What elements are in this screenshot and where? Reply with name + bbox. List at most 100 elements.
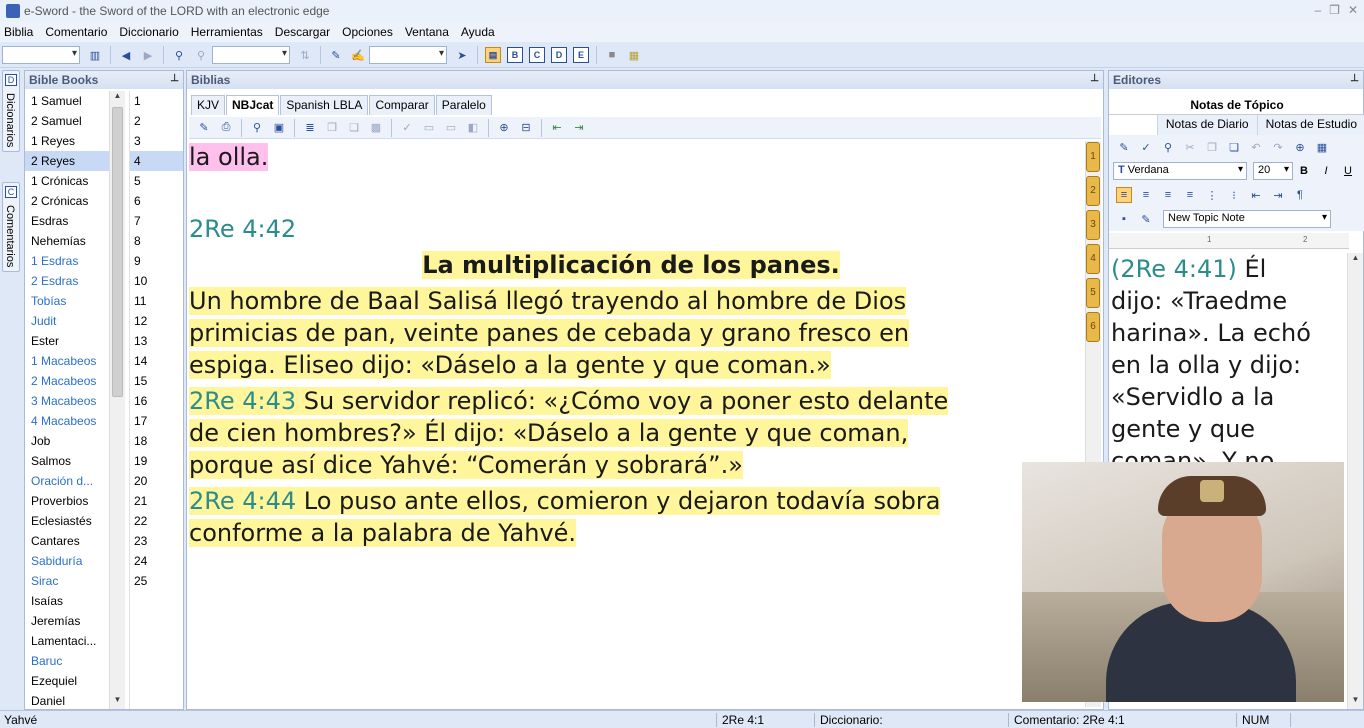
bookmark-tab[interactable]: 3 xyxy=(1086,210,1100,240)
paste-icon[interactable]: ❏ xyxy=(346,120,362,136)
highlight-icon[interactable]: ✓ xyxy=(399,120,415,136)
search-binoculars-icon[interactable]: ⚲ xyxy=(171,47,187,63)
chapter-item[interactable]: 7 xyxy=(130,211,183,231)
scroll-thumb[interactable] xyxy=(112,107,123,397)
chapter-item[interactable]: 14 xyxy=(130,351,183,371)
menu-ayuda[interactable]: Ayuda xyxy=(461,25,495,39)
layout-d-button[interactable]: D xyxy=(551,47,567,63)
paste-icon[interactable]: ❏ xyxy=(1226,139,1242,155)
tab-bible-kjv[interactable]: KJV xyxy=(191,95,226,115)
edit-icon[interactable]: ✎ xyxy=(196,120,212,136)
menu-comentario[interactable]: Comentario xyxy=(45,25,107,39)
verse-reference[interactable]: 2Re 4:42 xyxy=(189,213,1073,245)
layout-a-button[interactable]: ▤ xyxy=(485,47,501,63)
chapter-item[interactable]: 8 xyxy=(130,231,183,251)
chapter-item[interactable]: 12 xyxy=(130,311,183,331)
next-chapter-icon[interactable]: ⇥ xyxy=(571,120,587,136)
lookup-icon[interactable]: ⇅ xyxy=(297,47,313,63)
justify-icon[interactable]: ≡ xyxy=(1182,187,1198,203)
dictionary-icon[interactable]: ✎ xyxy=(328,47,344,63)
font-size-select[interactable]: 20 xyxy=(1253,162,1293,180)
toggle-icon[interactable]: ◧ xyxy=(465,120,481,136)
edit-icon[interactable]: ✎ xyxy=(1116,139,1132,155)
layout-c-button[interactable]: C xyxy=(529,47,545,63)
copy-icon[interactable]: ❐ xyxy=(1204,139,1220,155)
verse-reference[interactable]: 2Re 4:43 xyxy=(189,387,296,415)
bookmark-tab[interactable]: 6 xyxy=(1086,312,1100,342)
topic-edit-icon[interactable]: ✎ xyxy=(1138,211,1154,227)
scroll-up-icon[interactable]: ▲ xyxy=(110,91,125,105)
maximize-button[interactable]: ❐ xyxy=(1329,3,1340,17)
layout-b-button[interactable]: B xyxy=(507,47,523,63)
zoom-icon[interactable]: ⊕ xyxy=(496,120,512,136)
italic-icon[interactable]: I xyxy=(1318,163,1334,179)
chapter-item[interactable]: 18 xyxy=(130,431,183,451)
reference-combo[interactable] xyxy=(369,46,447,64)
topic-notes-title[interactable]: Notas de Tópico xyxy=(1109,95,1364,115)
split-icon[interactable]: ⊟ xyxy=(518,120,534,136)
chapter-item[interactable]: 19 xyxy=(130,451,183,471)
editor-scrollbar[interactable]: ▲ ▼ xyxy=(1347,253,1363,709)
eraser-icon[interactable]: ▭ xyxy=(421,120,437,136)
menu-diccionario[interactable]: Diccionario xyxy=(119,25,178,39)
find-icon[interactable]: ⚲ xyxy=(1160,139,1176,155)
verse-reference[interactable]: 2Re 4:44 xyxy=(189,487,296,515)
scroll-down-icon[interactable]: ▼ xyxy=(1348,695,1363,709)
table-icon[interactable]: ▦ xyxy=(1314,139,1330,155)
search-advanced-icon[interactable]: ⚲ xyxy=(193,47,209,63)
font-family-select[interactable]: T Verdana xyxy=(1113,162,1247,180)
tab-commentaries[interactable]: C Comentarios xyxy=(2,182,20,273)
bold-icon[interactable]: B xyxy=(1296,163,1312,179)
back-arrow-icon[interactable]: ◀ xyxy=(118,47,134,63)
tab-study-notes[interactable]: Notas de Estudio xyxy=(1256,115,1364,135)
scroll-down-icon[interactable]: ▼ xyxy=(110,695,125,709)
bookmark-tab[interactable]: 5 xyxy=(1086,278,1100,308)
tab-journal-notes[interactable]: Notas de Diario xyxy=(1156,115,1257,135)
menu-opciones[interactable]: Opciones xyxy=(342,25,393,39)
numbered-list-icon[interactable]: ⋮ xyxy=(1204,187,1220,203)
chapter-item[interactable]: 17 xyxy=(130,411,183,431)
chapter-item[interactable]: 11 xyxy=(130,291,183,311)
bible-select[interactable] xyxy=(2,46,80,64)
align-center-icon[interactable]: ≡ xyxy=(1138,187,1154,203)
bookmark-tab[interactable]: 4 xyxy=(1086,244,1100,274)
underline-icon[interactable]: U xyxy=(1340,163,1356,179)
chapter-item[interactable]: 20 xyxy=(130,471,183,491)
menu-descargar[interactable]: Descargar xyxy=(275,25,330,39)
chapter-item[interactable]: 23 xyxy=(130,531,183,551)
pin-icon[interactable]: ⊥ xyxy=(1090,73,1099,84)
strongs-icon[interactable]: ▭ xyxy=(443,120,459,136)
search-combo[interactable] xyxy=(212,46,290,64)
chapter-item[interactable]: 9 xyxy=(130,251,183,271)
menu-herramientas[interactable]: Herramientas xyxy=(191,25,263,39)
search-icon[interactable]: ⚲ xyxy=(249,120,265,136)
align-right-icon[interactable]: ≡ xyxy=(1160,187,1176,203)
indent-icon[interactable]: ⇥ xyxy=(1270,187,1286,203)
chapter-item[interactable]: 21 xyxy=(130,491,183,511)
close-button[interactable]: ✕ xyxy=(1348,3,1358,17)
book-icon[interactable]: ▥ xyxy=(87,47,103,63)
outdent-icon[interactable]: ⇤ xyxy=(1248,187,1264,203)
previous-chapter-icon[interactable]: ⇤ xyxy=(549,120,565,136)
spellcheck-icon[interactable]: ✓ xyxy=(1138,139,1154,155)
note-reference[interactable]: (2Re 4:41) xyxy=(1111,255,1237,283)
chapter-item[interactable]: 24 xyxy=(130,551,183,571)
chapter-item[interactable]: 5 xyxy=(130,171,183,191)
books-scrollbar[interactable]: ▲ ▼ xyxy=(109,91,125,709)
commentary-icon[interactable]: ✍ xyxy=(350,47,366,63)
topic-note-editor[interactable]: (2Re 4:41) Él dijo: «Traedme harina». La… xyxy=(1111,253,1347,473)
tab-bible-paralelo[interactable]: Paralelo xyxy=(435,95,492,115)
tab-dictionaries[interactable]: D Dicionarios xyxy=(2,70,20,153)
paragraph-icon[interactable]: ¶ xyxy=(1292,187,1308,203)
copy-icon[interactable]: ❐ xyxy=(324,120,340,136)
redo-icon[interactable]: ↷ xyxy=(1270,139,1286,155)
tab-bible-nbjcat[interactable]: NBJcat xyxy=(226,95,280,115)
pin-icon[interactable]: ⊥ xyxy=(1350,73,1359,84)
list-icon[interactable]: ≣ xyxy=(302,120,318,136)
chapter-item[interactable]: 4 xyxy=(130,151,183,171)
undo-icon[interactable]: ↶ xyxy=(1248,139,1264,155)
chapter-item[interactable]: 3 xyxy=(130,131,183,151)
bible-text-view[interactable]: la olla. 2Re 4:42 La multiplicación de l… xyxy=(189,141,1073,707)
chapter-item[interactable]: 10 xyxy=(130,271,183,291)
chapter-item[interactable]: 1 xyxy=(130,91,183,111)
